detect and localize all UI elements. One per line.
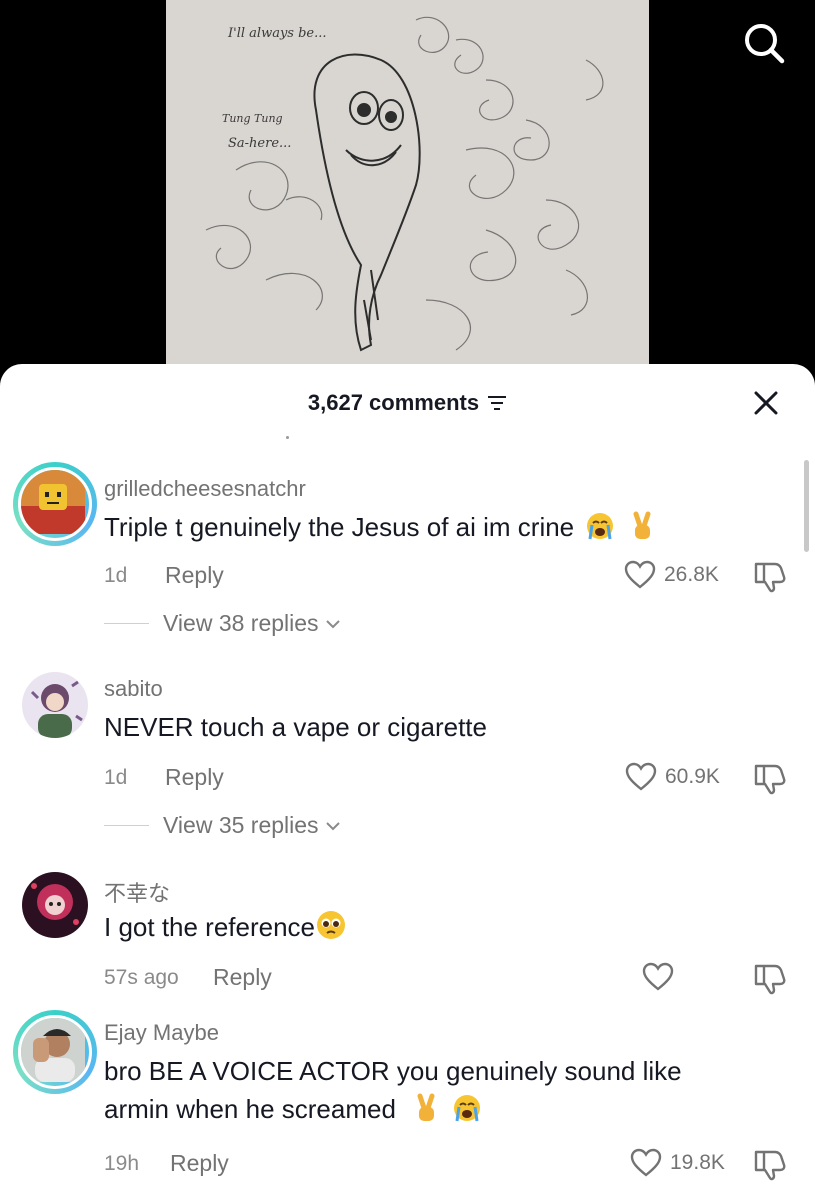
- scrollbar[interactable]: [804, 460, 809, 552]
- like-count: 60.9K: [665, 765, 720, 788]
- heart-icon: [625, 762, 657, 791]
- dislike-button[interactable]: [751, 1146, 787, 1182]
- heart-icon: [642, 962, 674, 991]
- reply-button[interactable]: Reply: [213, 964, 272, 991]
- chevron-down-icon: [325, 821, 340, 830]
- view-replies-label: View 38 replies: [163, 610, 319, 636]
- comment-username[interactable]: sabito: [104, 676, 163, 702]
- reply-button[interactable]: Reply: [170, 1150, 229, 1177]
- comment-time: 19h: [104, 1152, 140, 1175]
- dislike-button[interactable]: [751, 760, 787, 796]
- like-button[interactable]: 60.9K: [625, 762, 720, 792]
- victory-hand-icon: [633, 511, 651, 539]
- close-icon: [754, 391, 778, 415]
- comment-username[interactable]: 不幸な: [104, 876, 170, 908]
- chevron-down-icon: [325, 619, 340, 628]
- like-button[interactable]: 26.8K: [624, 560, 719, 590]
- reply-button[interactable]: Reply: [165, 764, 224, 791]
- drag-indicator: [286, 436, 289, 439]
- pleading-face-icon: [317, 911, 346, 939]
- avatar-image: [21, 1018, 85, 1082]
- victory-hand-icon: [417, 1093, 435, 1121]
- view-replies-label: View 35 replies: [163, 812, 319, 838]
- comment-count: 3,627 comments: [307, 390, 480, 415]
- avatar-image: [22, 872, 88, 938]
- view-replies-button[interactable]: View 38 replies: [104, 610, 341, 637]
- search-icon: [745, 24, 785, 64]
- heart-icon: [624, 560, 656, 589]
- comment-username[interactable]: grilledcheesesnatchr: [104, 476, 306, 502]
- avatar[interactable]: [22, 872, 88, 938]
- view-replies-button[interactable]: View 35 replies: [104, 812, 341, 839]
- sketch-caption-3: Sa-here...: [228, 136, 292, 151]
- comment-time: 1d: [104, 766, 128, 789]
- avatar[interactable]: [13, 1010, 97, 1094]
- video-player[interactable]: I'll always be... Tung Tung Sa-here...: [0, 0, 815, 380]
- crying-face-icon: [587, 513, 614, 540]
- comment-username[interactable]: Ejay Maybe: [104, 1020, 219, 1046]
- heart-icon: [630, 1148, 662, 1177]
- crying-face-icon: [454, 1095, 481, 1122]
- search-button[interactable]: [741, 20, 787, 66]
- avatar-image: [22, 672, 88, 738]
- avatar[interactable]: [13, 462, 97, 546]
- video-frame: I'll always be... Tung Tung Sa-here...: [166, 0, 649, 370]
- reply-button[interactable]: Reply: [165, 562, 224, 589]
- thumbs-down-icon: [754, 562, 786, 593]
- sketch-caption-1: I'll always be...: [228, 26, 327, 41]
- comment-text: I got the reference: [104, 908, 744, 946]
- comment-count-title: 3,627 comments: [0, 390, 815, 416]
- thumbs-down-icon: [754, 964, 786, 995]
- comment-text: NEVER touch a vape or cigarette: [104, 712, 487, 742]
- comments-header: 3,627 comments: [0, 386, 815, 420]
- avatar-image: [21, 470, 85, 534]
- dislike-button[interactable]: [751, 960, 787, 996]
- thumbs-down-icon: [754, 1150, 786, 1181]
- like-button[interactable]: 19.8K: [630, 1148, 725, 1178]
- like-button[interactable]: [642, 962, 682, 992]
- sketch-caption-2: Tung Tung: [222, 112, 283, 125]
- sort-filter-icon[interactable]: [487, 395, 507, 411]
- avatar[interactable]: [22, 672, 88, 738]
- like-count: 19.8K: [670, 1151, 725, 1174]
- thumbs-down-icon: [754, 764, 786, 795]
- like-count: 26.8K: [664, 563, 719, 586]
- comment-time: 57s ago: [104, 966, 179, 989]
- comment-text: Triple t genuinely the Jesus of ai im cr…: [104, 508, 744, 546]
- sketch-drawing: [166, 0, 649, 370]
- dislike-button[interactable]: [751, 558, 787, 594]
- comment-text: bro BE A VOICE ACTOR you genuinely sound…: [104, 1056, 682, 1124]
- comment-time: 1d: [104, 564, 128, 587]
- comments-sheet: 3,627 comments grilledcheesesnatchr Trip…: [0, 364, 815, 1200]
- close-button[interactable]: [751, 388, 781, 418]
